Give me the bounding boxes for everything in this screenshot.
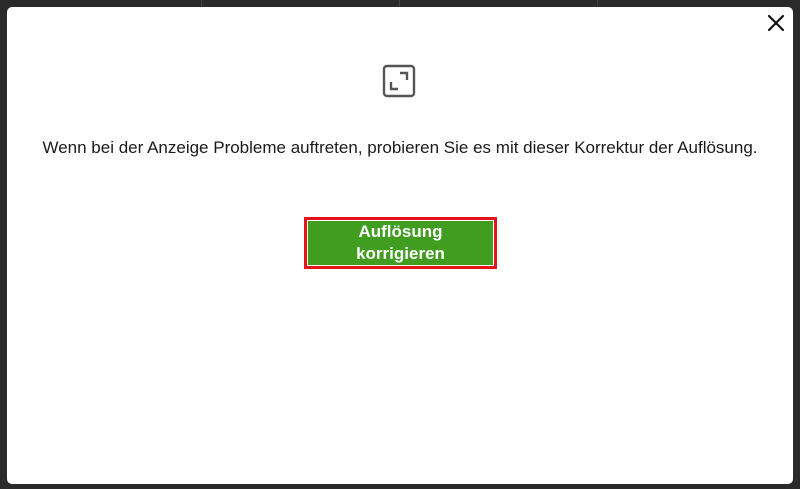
fix-resolution-button-label: Auflösung korrigieren [308,221,493,265]
close-icon [767,14,785,32]
backdrop-tab [202,0,400,7]
backdrop-tab [400,0,598,7]
backdrop-tab [0,0,202,7]
close-button[interactable] [765,12,787,34]
resolution-fix-dialog: Wenn bei der Anzeige Probleme auftreten,… [7,7,793,484]
expand-icon [382,64,416,98]
dialog-message: Wenn bei der Anzeige Probleme auftreten,… [42,138,758,157]
fix-resolution-button[interactable]: Auflösung korrigieren [304,217,497,269]
